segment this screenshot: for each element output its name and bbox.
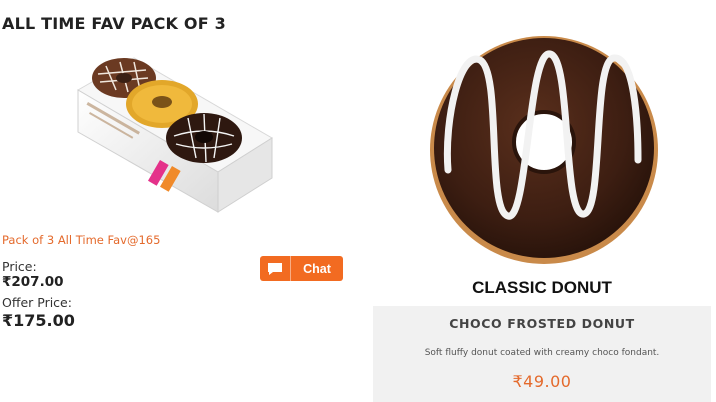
choco-donut-image[interactable] xyxy=(424,30,664,270)
product-info-panel: CHOCO FROSTED DONUT Soft fluffy donut co… xyxy=(373,306,711,402)
product-description: Soft fluffy donut coated with creamy cho… xyxy=(424,348,660,358)
price-value: ₹207.00 xyxy=(2,274,64,290)
chat-button[interactable]: Chat xyxy=(260,256,343,281)
product-price: ₹49.00 xyxy=(512,372,572,391)
promo-text[interactable]: Pack of 3 All Time Fav@165 xyxy=(2,233,160,247)
product-name[interactable]: CHOCO FROSTED DONUT xyxy=(373,316,711,331)
offer-price-label: Offer Price: xyxy=(2,295,72,310)
pack-of-3-image[interactable] xyxy=(76,52,276,218)
price-label: Price: xyxy=(2,259,37,274)
offer-price-value: ₹175.00 xyxy=(2,311,75,330)
chat-label: Chat xyxy=(303,261,331,276)
product-heading: CLASSIC DONUT xyxy=(472,278,612,297)
speech-bubble-icon xyxy=(260,256,291,281)
product-title: ALL TIME FAV PACK OF 3 xyxy=(2,14,226,33)
